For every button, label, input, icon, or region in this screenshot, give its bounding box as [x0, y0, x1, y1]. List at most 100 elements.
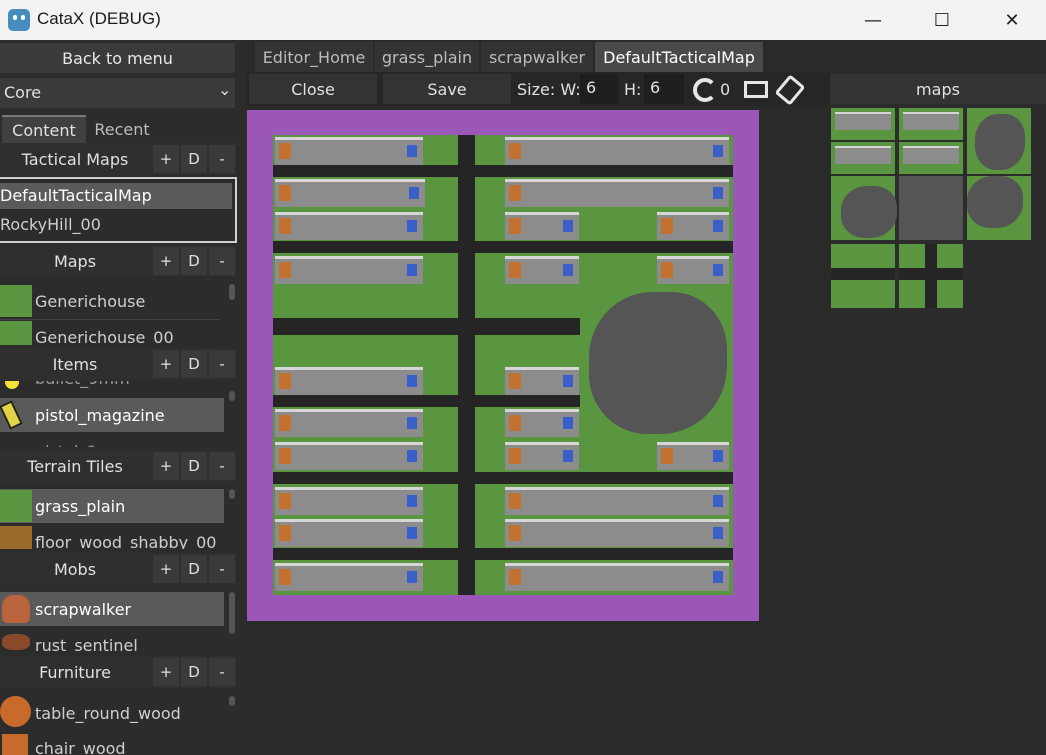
add-button[interactable]: +	[153, 145, 179, 173]
scrollbar[interactable]	[229, 391, 235, 401]
add-button[interactable]: +	[153, 350, 179, 378]
scrollbar[interactable]	[229, 489, 235, 499]
maximize-button[interactable]: ☐	[907, 0, 977, 40]
list-item[interactable]: Generichouse	[35, 292, 145, 311]
add-button[interactable]: +	[153, 247, 179, 275]
list-item[interactable]: pistol_9mm	[35, 442, 128, 447]
list-item[interactable]: RockyHill_00	[0, 212, 232, 238]
delete-button[interactable]: -	[209, 145, 235, 173]
width-input[interactable]: 6	[580, 74, 618, 104]
map-tile-thumbnail[interactable]	[831, 142, 895, 174]
list-item[interactable]: Generichouse_00	[35, 328, 174, 345]
map-tile-thumbnail[interactable]	[967, 176, 1031, 240]
duplicate-button[interactable]: D	[181, 350, 207, 378]
map-thumbnail	[0, 321, 32, 345]
house-block	[275, 519, 423, 547]
terrain-tiles-header: Terrain Tiles + D -	[0, 450, 236, 482]
tab-content[interactable]: Content	[2, 115, 86, 143]
section-title: Terrain Tiles	[27, 456, 123, 476]
section-title: Maps	[53, 251, 97, 271]
list-item[interactable]: grass_plain	[35, 497, 125, 516]
house-block	[275, 212, 423, 240]
title-bar: CataX (DEBUG) — ☐ ✕	[0, 0, 1046, 40]
list-item[interactable]: scrapwalker	[35, 600, 131, 619]
tactical-map-canvas[interactable]	[273, 135, 733, 595]
minimize-button[interactable]: —	[838, 0, 908, 40]
tab-grass-plain[interactable]: grass_plain	[375, 42, 479, 72]
duplicate-button[interactable]: D	[181, 145, 207, 173]
add-button[interactable]: +	[153, 658, 179, 686]
mod-select[interactable]: Core ⌄	[0, 78, 235, 108]
tab-editor-home[interactable]: Editor_Home	[255, 42, 373, 72]
house-block	[275, 367, 423, 395]
divider	[0, 319, 220, 320]
list-item[interactable]: bullet_9mm	[35, 381, 130, 388]
tab-default-tactical-map[interactable]: DefaultTacticalMap	[595, 42, 763, 72]
grass-tile-icon	[0, 490, 32, 522]
rust-sentinel-icon	[2, 634, 30, 650]
delete-button[interactable]: -	[209, 247, 235, 275]
mod-select-value: Core	[4, 83, 42, 102]
map-tile-thumbnail[interactable]	[831, 108, 895, 140]
house-block	[505, 487, 729, 515]
road-vertical	[458, 135, 475, 595]
map-tile-thumbnail[interactable]	[899, 108, 963, 140]
rocky-crater	[589, 292, 727, 434]
terrain-list: grass_plain floor_wood_shabby_00	[0, 485, 236, 549]
duplicate-button[interactable]: D	[181, 247, 207, 275]
house-block	[505, 519, 729, 547]
map-tile-thumbnail[interactable]	[899, 176, 963, 240]
add-button[interactable]: +	[153, 452, 179, 480]
tab-scrapwalker[interactable]: scrapwalker	[481, 42, 593, 72]
add-button[interactable]: +	[153, 555, 179, 583]
house-block	[505, 179, 729, 207]
duplicate-button[interactable]: D	[181, 658, 207, 686]
house-block	[275, 487, 423, 515]
road-horizontal	[273, 472, 733, 484]
maps-list: Generichouse Generichouse_00	[0, 279, 236, 345]
duplicate-button[interactable]: D	[181, 452, 207, 480]
list-item[interactable]: floor_wood_shabby_00	[35, 533, 216, 549]
rotation-value: 0	[720, 80, 731, 99]
close-window-button[interactable]: ✕	[977, 0, 1046, 40]
tactical-maps-header: Tactical Maps + D -	[0, 143, 236, 175]
list-item[interactable]: DefaultTacticalMap	[0, 183, 232, 209]
furniture-header: Furniture + D -	[0, 656, 236, 688]
map-tile-thumbnail[interactable]	[967, 108, 1031, 174]
map-tile-thumbnail[interactable]	[899, 244, 963, 308]
tab-recent[interactable]: Recent	[88, 115, 156, 143]
house-block	[505, 442, 579, 470]
rotate-icon[interactable]	[693, 78, 717, 102]
delete-button[interactable]: -	[209, 452, 235, 480]
bullet-icon	[5, 381, 19, 389]
delete-button[interactable]: -	[209, 350, 235, 378]
scrollbar[interactable]	[229, 284, 235, 300]
tactical-maps-list: DefaultTacticalMap RockyHill_00	[0, 177, 237, 243]
list-item[interactable]: rust_sentinel	[35, 636, 138, 652]
back-to-menu-button[interactable]: Back to menu	[0, 43, 235, 73]
map-thumbnail	[0, 285, 32, 317]
house-block	[275, 256, 423, 284]
scrollbar[interactable]	[229, 696, 235, 706]
height-input[interactable]: 6	[644, 74, 684, 104]
list-item[interactable]: chair_wood	[35, 739, 126, 755]
road-horizontal	[273, 241, 733, 253]
rectangle-select-icon[interactable]	[744, 81, 768, 98]
house-block	[657, 442, 729, 470]
map-tile-thumbnail[interactable]	[899, 142, 963, 174]
save-button[interactable]: Save	[383, 74, 511, 104]
delete-button[interactable]: -	[209, 658, 235, 686]
eraser-icon[interactable]	[774, 74, 806, 106]
map-tile-thumbnail[interactable]	[831, 244, 895, 308]
list-item[interactable]: pistol_magazine	[35, 406, 165, 425]
house-block	[505, 137, 729, 165]
duplicate-button[interactable]: D	[181, 555, 207, 583]
map-tile-thumbnail[interactable]	[831, 176, 897, 240]
section-title: Mobs	[53, 559, 97, 579]
list-item[interactable]: table_round_wood	[35, 704, 181, 723]
close-button[interactable]: Close	[249, 74, 377, 104]
delete-button[interactable]: -	[209, 555, 235, 583]
scrollbar[interactable]	[229, 592, 235, 634]
map-editor-toolbar: Close Save Size: W: 6 H: 6 0	[247, 72, 830, 106]
godot-app-icon	[8, 9, 30, 31]
